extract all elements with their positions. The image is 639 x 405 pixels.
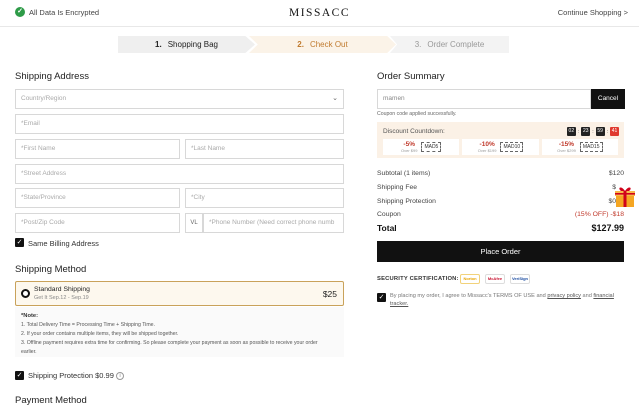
countdown-days: 02 xyxy=(566,127,576,136)
tier-code[interactable]: MAD15 xyxy=(579,142,603,152)
radio-selected-icon[interactable] xyxy=(21,289,30,298)
zip-code-field[interactable]: *Post/Zip Code xyxy=(15,213,180,233)
step-shopping-bag[interactable]: 1. Shopping Bag xyxy=(118,36,255,53)
continue-shopping-link[interactable]: Continue Shopping > xyxy=(558,8,628,17)
shipping-option-name: Standard Shipping xyxy=(34,286,90,293)
mcafee-badge: McAfee xyxy=(485,274,505,284)
shipping-option-price: $25 xyxy=(322,289,337,299)
last-name-field[interactable]: *Last Name xyxy=(185,139,344,159)
row-label: Shipping Fee xyxy=(377,184,418,191)
note-title: *Note: xyxy=(21,313,39,319)
shipping-option-date: Get It Sep.12 - Sep.19 xyxy=(34,295,89,301)
top-header: ✓ All Data Is Encrypted MISSACC Continue… xyxy=(0,0,639,27)
step-check-out: 2. Check Out xyxy=(249,36,396,53)
step-order-complete: 3. Order Complete xyxy=(390,36,509,53)
note-line: 1. Total Delivery Time = Processing Time… xyxy=(21,322,155,328)
tracker-link[interactable]: tracker. xyxy=(390,301,408,307)
discount-title: Discount Countdown: xyxy=(383,128,445,135)
discount-tiers: -5% Over $99 MAD5 -10% Over $199 MAD10 -15… xyxy=(383,139,618,155)
discount-tier[interactable]: -5% Over $99 MAD5 xyxy=(383,139,460,155)
standard-shipping-option[interactable]: Standard Shipping Get It Sep.12 - Sep.19… xyxy=(15,281,344,306)
agree-terms-checkbox[interactable]: ✓ xyxy=(377,293,386,302)
tier-threshold: Over $99 xyxy=(400,147,418,153)
row-value: (15% OFF) -$18 xyxy=(574,211,624,218)
coupon-row: Coupon (15% OFF) -$18 xyxy=(377,211,624,218)
shipping-protection-checkbox[interactable]: ✓ xyxy=(15,371,24,380)
tier-percent: -10% Over $199 xyxy=(477,140,497,153)
countdown-timer: 02 : 23 : 59 : 41 xyxy=(566,127,619,136)
tier-percent: -5% Over $99 xyxy=(400,140,418,153)
coupon-success-message: Coupon code applied successfully. xyxy=(377,111,457,117)
countdown-minutes: 59 xyxy=(595,127,605,136)
countdown-hours: 23 xyxy=(581,127,591,136)
step-label: Shopping Bag xyxy=(167,40,218,49)
shipping-protection-row: Shipping Protection $0.99 i xyxy=(28,371,124,381)
tier-threshold: Over $199 xyxy=(477,147,497,153)
step-number: 2. xyxy=(297,40,304,49)
tier-percent: -15% Over $299 xyxy=(557,140,576,153)
tier-threshold: Over $299 xyxy=(557,147,576,153)
same-billing-label: Same Billing Address xyxy=(28,239,99,248)
discount-countdown-panel: Discount Countdown: 02 : 23 : 59 : 41 -5… xyxy=(377,122,624,158)
country-placeholder: Country/Region xyxy=(21,95,67,102)
shipping-fee-row: Shipping Fee $ xyxy=(377,184,624,191)
email-field[interactable]: *Email xyxy=(15,114,344,134)
checkout-steps: 1. Shopping Bag 2. Check Out 3. Order Co… xyxy=(118,36,509,53)
chevron-down-icon: ⌄ xyxy=(332,95,338,102)
agree-terms-text: By placing my order, I agree to Missacc'… xyxy=(390,292,622,308)
step-label: Check Out xyxy=(309,40,348,49)
row-label: Subtotal (1 items) xyxy=(377,170,431,177)
tier-percent-value: -5% xyxy=(403,140,415,148)
coupon-input[interactable]: mamen xyxy=(377,89,591,109)
step-label: Order Complete xyxy=(427,40,485,49)
note-line: earlier. xyxy=(21,349,37,355)
shipping-protection-label: Shipping Protection $0.99 xyxy=(28,371,114,380)
tier-percent-value: -10% xyxy=(479,140,495,148)
shipping-method-title: Shipping Method xyxy=(15,264,87,275)
phone-country-code[interactable]: VL xyxy=(185,213,203,233)
agree-text: By placing my order, I agree to Missacc'… xyxy=(390,293,546,299)
discount-tier[interactable]: -15% Over $299 MAD15 xyxy=(541,139,618,155)
state-field[interactable]: *State/Province xyxy=(15,188,180,208)
first-name-field[interactable]: *First Name xyxy=(15,139,180,159)
country-select[interactable]: Country/Region ⌄ xyxy=(15,89,344,109)
cancel-coupon-button[interactable]: Cancel xyxy=(591,89,625,109)
place-order-button[interactable]: Place Order xyxy=(377,241,624,262)
info-icon[interactable]: i xyxy=(116,372,124,381)
note-line: 3. Offline payment requires extra time f… xyxy=(21,340,318,346)
site-logo[interactable]: MISSACC xyxy=(0,7,639,19)
security-certification-label: SECURITY CERTIFICATION: xyxy=(377,276,459,282)
subtotal-row: Subtotal (1 items) $120 xyxy=(377,170,624,177)
verisign-badge: VeriSign xyxy=(510,274,530,284)
financial-link[interactable]: financial xyxy=(593,293,614,299)
discount-tier[interactable]: -10% Over $199 MAD10 xyxy=(462,139,539,155)
total-value: $127.99 xyxy=(591,223,624,233)
order-summary-title: Order Summary xyxy=(377,71,445,82)
privacy-policy-link[interactable]: privacy policy xyxy=(547,293,581,299)
payment-method-title: Payment Method xyxy=(15,395,87,405)
norton-badge: Norton xyxy=(460,274,480,284)
city-field[interactable]: *City xyxy=(185,188,344,208)
and-text: and xyxy=(582,293,592,299)
same-billing-checkbox[interactable]: ✓ xyxy=(15,238,24,247)
row-value: $120 xyxy=(608,170,624,177)
row-label: Coupon xyxy=(377,211,401,218)
total-label: Total xyxy=(377,223,397,233)
phone-field[interactable]: *Phone Number (Need correct phone numb xyxy=(203,213,344,233)
row-label: Shipping Protection xyxy=(377,198,436,205)
gift-icon[interactable] xyxy=(614,184,636,208)
shipping-note: *Note: 1. Total Delivery Time = Processi… xyxy=(15,307,344,357)
tier-code[interactable]: MAD5 xyxy=(421,142,442,152)
countdown-seconds: 41 xyxy=(610,127,619,136)
shipping-protection-row-summary: Shipping Protection $0 xyxy=(377,198,624,205)
total-row: Total $127.99 xyxy=(377,223,624,233)
street-address-field[interactable]: *Street Address xyxy=(15,164,344,184)
tier-code[interactable]: MAD10 xyxy=(500,142,524,152)
shipping-address-title: Shipping Address xyxy=(15,71,89,82)
step-number: 3. xyxy=(414,40,422,49)
step-number: 1. xyxy=(155,40,162,49)
note-line: 2. If your order contains multiple items… xyxy=(21,331,179,337)
tier-percent-value: -15% xyxy=(558,140,575,148)
